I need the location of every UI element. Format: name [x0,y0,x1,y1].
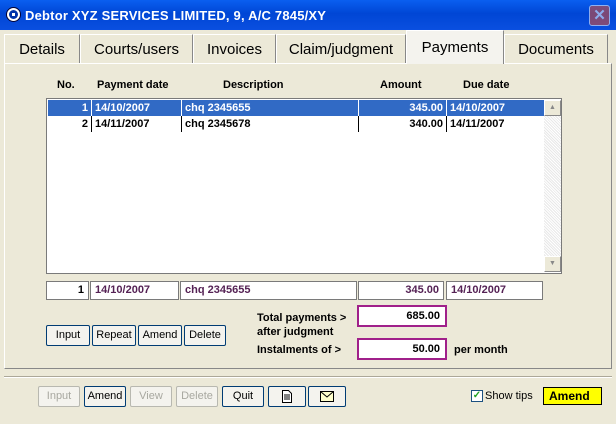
instalments-field[interactable]: 50.00 [357,338,447,360]
email-button[interactable] [308,386,346,407]
col-header-no: No. [57,79,75,91]
total-payments-label: Total payments > [257,312,347,324]
scroll-up-icon[interactable]: ▲ [544,100,561,116]
app-icon [6,7,21,22]
view-button[interactable]: View [130,386,172,407]
col-header-due-date: Due date [463,79,510,91]
scroll-down-icon[interactable]: ▼ [544,256,561,272]
total-payments-value: 685.00 [357,305,447,327]
tab-strip: Details Courts/users Invoices Claim/judg… [0,30,616,64]
document-button[interactable] [268,386,306,407]
row-amount: 340.00 [359,116,447,132]
col-header-description: Description [223,79,284,91]
title-bar: Debtor XYZ SERVICES LIMITED, 9, A/C 7845… [0,0,616,30]
quit-button[interactable]: Quit [222,386,264,407]
row-due-date: 14/10/2007 [450,102,506,114]
table-row[interactable]: 1 14/10/2007 chq 2345655 345.00 14/10/20… [48,100,544,116]
tab-invoices[interactable]: Invoices [193,34,276,63]
row-amount: 345.00 [359,100,447,116]
delete-button[interactable]: Delete [176,386,218,407]
row-no: 2 [48,116,92,132]
row-description: chq 2345655 [182,100,359,116]
edit-due-date-field[interactable]: 14/10/2007 [446,281,543,300]
instalments-label: Instalments of > [257,344,342,356]
table-scrollbar[interactable]: ▲ ▼ [544,100,561,272]
tab-courts-users[interactable]: Courts/users [80,34,193,63]
row-payment-date: 14/10/2007 [92,100,182,116]
edit-description-field[interactable]: chq 2345655 [180,281,357,300]
edit-payment-date-field[interactable]: 14/10/2007 [90,281,179,300]
tab-claim-judgment[interactable]: Claim/judgment [276,34,406,63]
col-header-payment-date: Payment date [97,79,169,91]
edit-no-field[interactable]: 1 [46,281,89,300]
after-judgment-label: after judgment [257,326,334,338]
col-header-amount: Amount [380,79,422,91]
envelope-icon [320,391,334,402]
table-row[interactable]: 2 14/11/2007 chq 2345678 340.00 14/11/20… [48,116,544,132]
show-tips-checkbox[interactable]: ✓ [471,390,483,402]
divider [4,376,612,378]
tab-payments[interactable]: Payments [406,30,504,64]
row-payment-date: 14/11/2007 [92,116,182,132]
tab-documents[interactable]: Documents [504,34,608,63]
payments-table: 1 14/10/2007 chq 2345655 345.00 14/10/20… [46,98,562,274]
row-due-date: 14/11/2007 [450,118,505,130]
tab-details[interactable]: Details [4,34,80,63]
edit-amount-field[interactable]: 345.00 [358,281,444,300]
document-icon [282,390,292,403]
row-amend-button[interactable]: Amend [138,325,182,346]
row-input-button[interactable]: Input [46,325,90,346]
amend-button[interactable]: Amend [84,386,126,407]
close-button[interactable]: ✕ [589,5,610,26]
show-tips-label: Show tips [485,390,533,402]
per-month-label: per month [454,344,508,356]
input-button[interactable]: Input [38,386,80,407]
row-repeat-button[interactable]: Repeat [92,325,136,346]
row-description: chq 2345678 [182,116,359,132]
mode-badge: Amend [543,387,602,405]
row-delete-button[interactable]: Delete [184,325,226,346]
window-title: Debtor XYZ SERVICES LIMITED, 9, A/C 7845… [25,8,327,23]
row-no: 1 [48,100,92,116]
